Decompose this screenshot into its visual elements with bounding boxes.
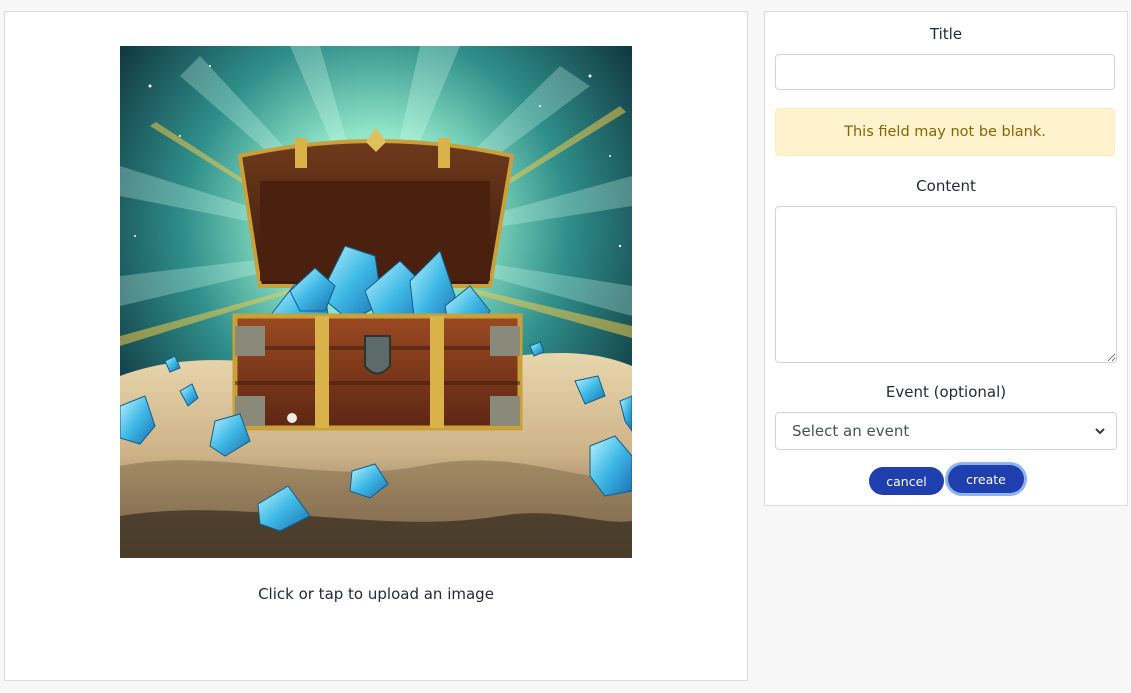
event-label: Event (optional) — [885, 383, 1007, 401]
title-error-alert: This field may not be blank. — [775, 108, 1115, 156]
cancel-button[interactable]: cancel — [869, 467, 944, 495]
title-label: Title — [929, 25, 963, 43]
uploaded-image-preview[interactable] — [120, 46, 632, 558]
image-upload-panel[interactable]: Click or tap to upload an image — [4, 11, 748, 681]
content-label: Content — [916, 177, 976, 195]
post-form: Title This field may not be blank. Conte… — [764, 11, 1128, 506]
title-input[interactable] — [775, 54, 1115, 90]
event-select-value: Select an event — [792, 422, 910, 440]
create-button[interactable]: create — [948, 465, 1024, 493]
treasure-chest-image — [120, 46, 632, 558]
upload-hint-text: Click or tap to upload an image — [258, 585, 494, 603]
event-select[interactable]: Select an event — [775, 412, 1117, 450]
chevron-down-icon — [1095, 428, 1105, 435]
content-textarea[interactable] — [775, 206, 1117, 363]
